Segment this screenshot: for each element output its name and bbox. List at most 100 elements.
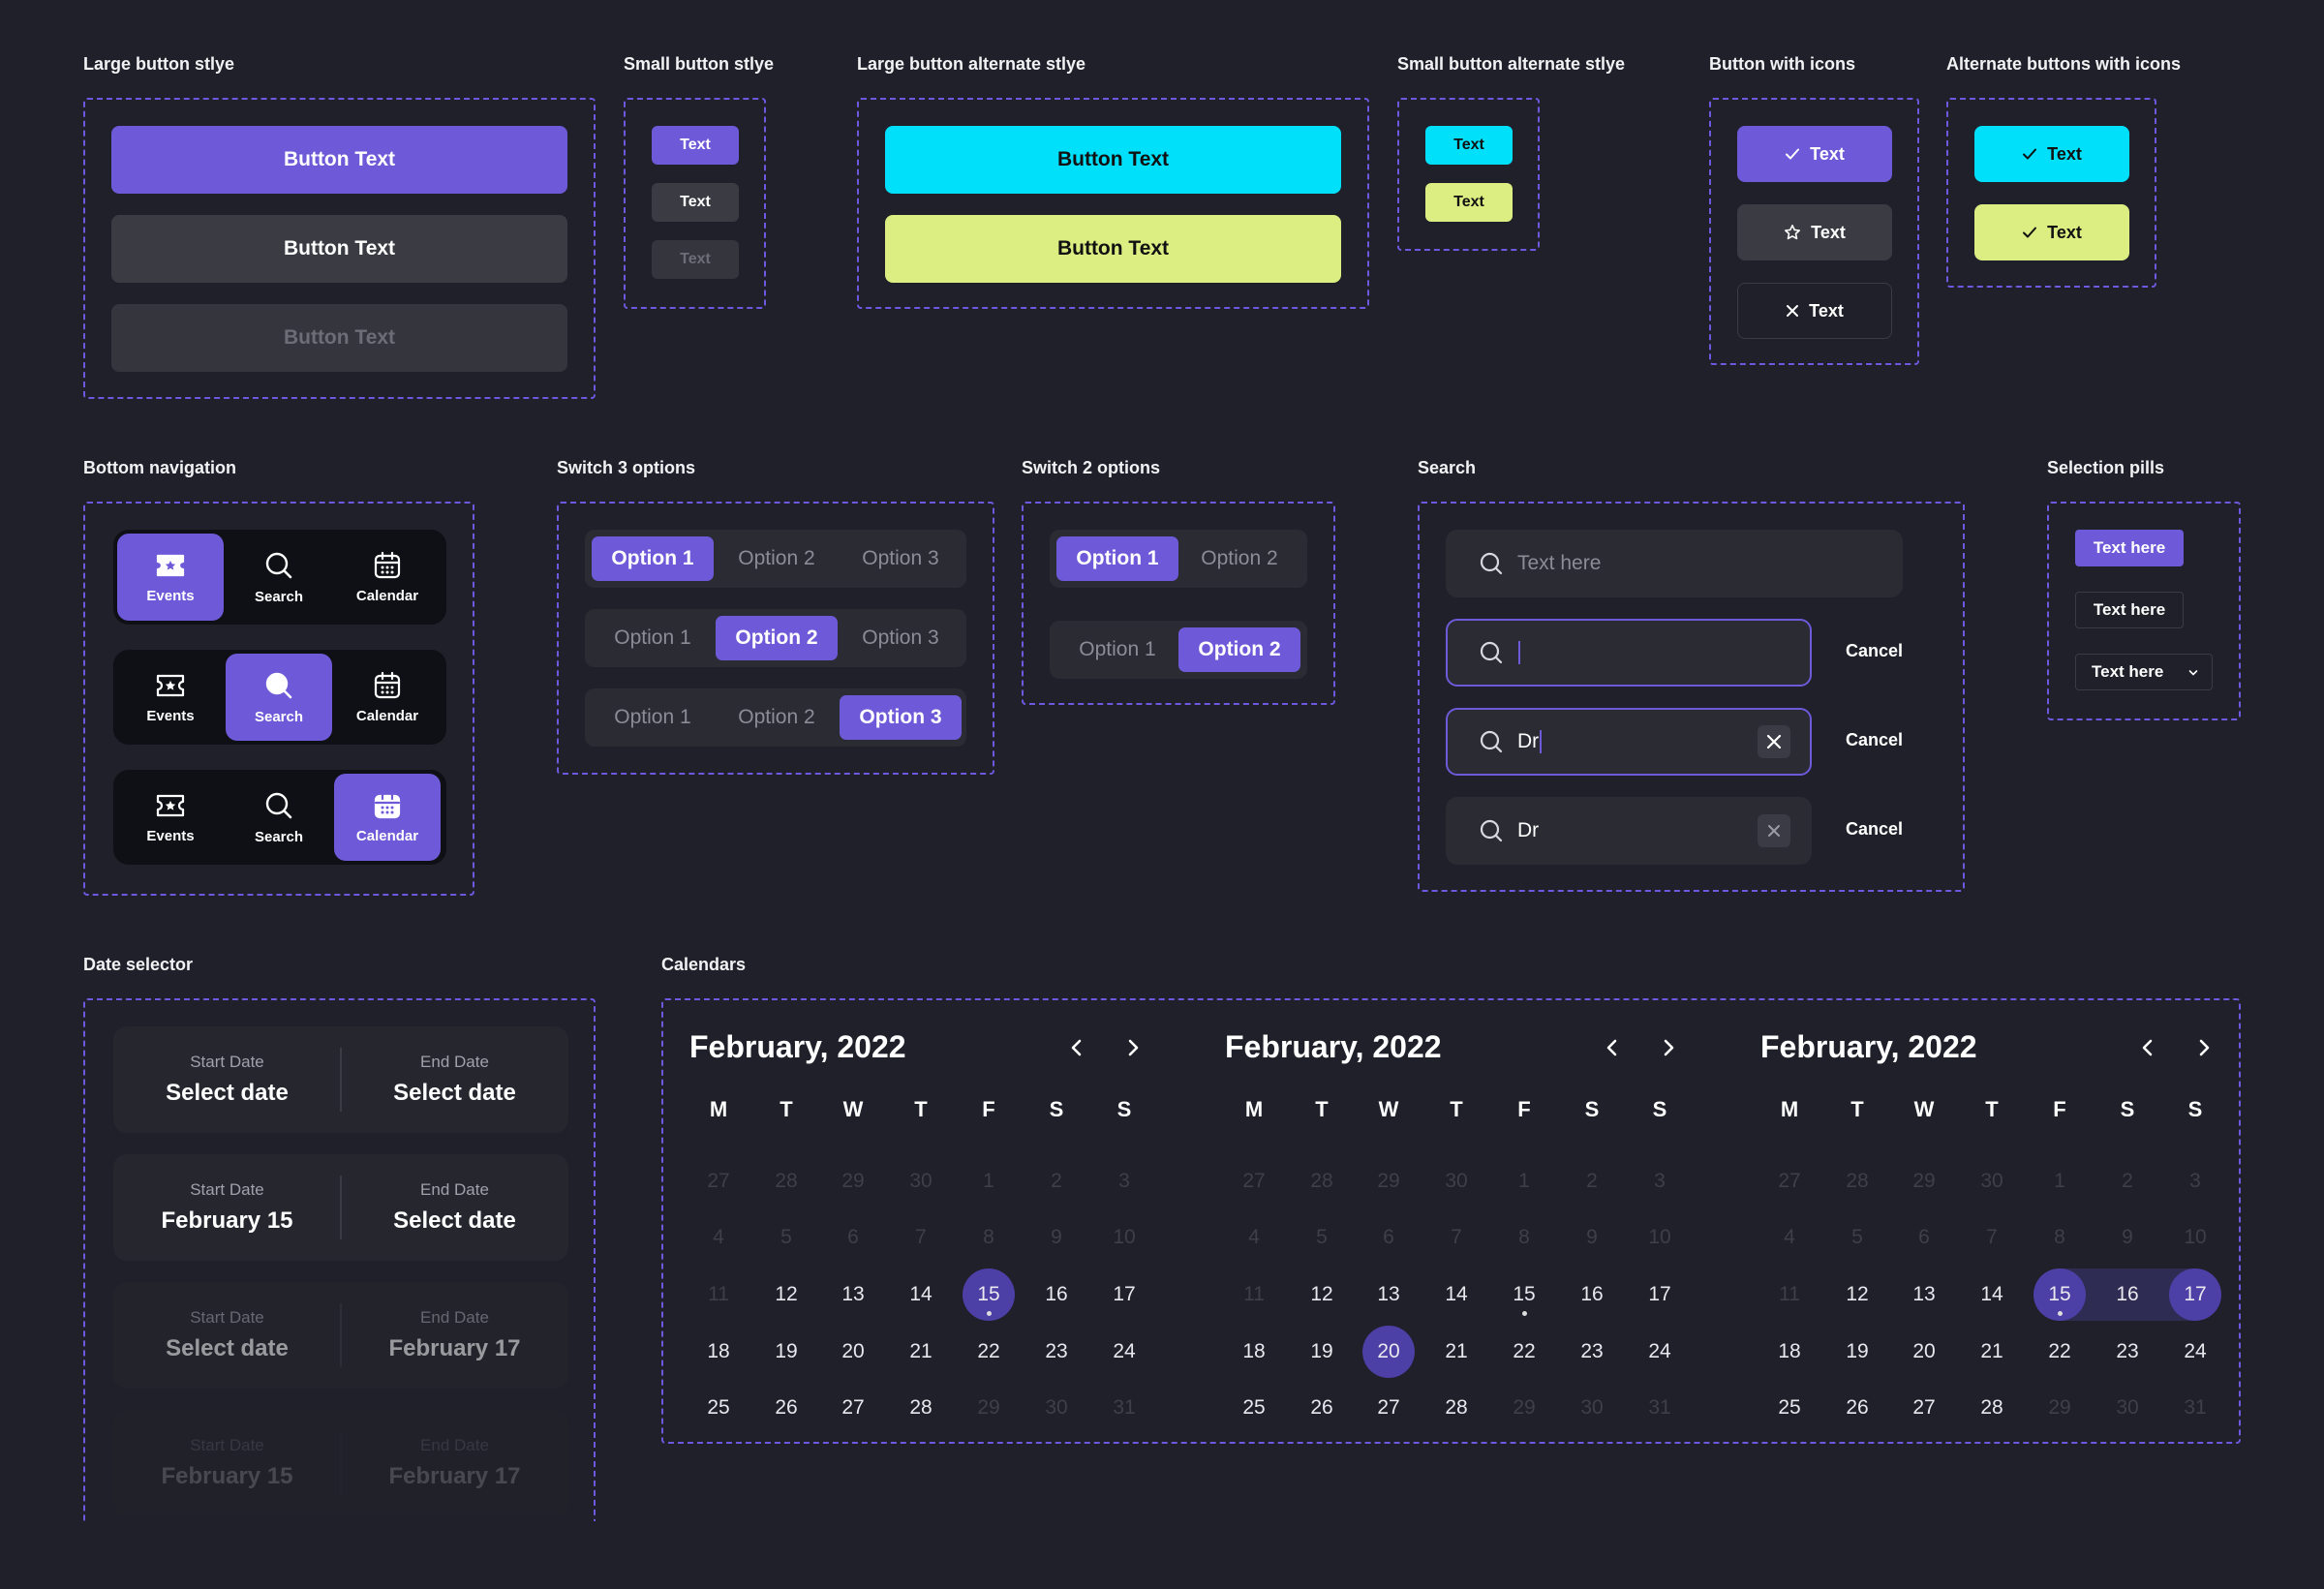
calendar-day[interactable]: 21 (1963, 1326, 2021, 1378)
calendar-day[interactable]: 23 (1027, 1326, 1086, 1378)
calendar-day[interactable]: 25 (1225, 1382, 1283, 1434)
calendar-day[interactable]: 24 (2166, 1326, 2224, 1378)
calendar-day[interactable]: 13 (1360, 1268, 1418, 1321)
icon-button-close[interactable]: Text (1737, 283, 1892, 339)
switch-option-2[interactable]: Option 2 (1178, 627, 1300, 672)
pill-unselected[interactable]: Text here (2075, 592, 2184, 628)
search-input-typing[interactable]: Dr (1446, 708, 1812, 776)
calendar-day[interactable]: 28 (1427, 1382, 1485, 1434)
icon-button-check[interactable]: Text (1737, 126, 1892, 182)
calendar-day[interactable]: 28 (892, 1382, 950, 1434)
calendar-day[interactable]: 14 (892, 1268, 950, 1321)
calendar-day[interactable]: 16 (1027, 1268, 1086, 1321)
calendar-day[interactable]: 21 (1427, 1326, 1485, 1378)
calendar-day[interactable]: 27 (1360, 1382, 1418, 1434)
calendar-day[interactable]: 15 (2031, 1268, 2089, 1321)
calendar-day[interactable]: 27 (1895, 1382, 1953, 1434)
calendar-day[interactable]: 23 (1563, 1326, 1621, 1378)
next-month-button[interactable] (1118, 1033, 1147, 1062)
switch-option-3[interactable]: Option 3 (840, 695, 962, 740)
next-month-button[interactable] (2189, 1033, 2218, 1062)
prev-month-button[interactable] (1598, 1033, 1627, 1062)
calendar-day[interactable]: 26 (1828, 1382, 1886, 1434)
calendar-day[interactable]: 16 (2098, 1268, 2156, 1321)
calendar-day[interactable]: 14 (1427, 1268, 1485, 1321)
clear-search-button[interactable] (1758, 725, 1790, 758)
calendar-day[interactable]: 21 (892, 1326, 950, 1378)
calendar-day[interactable]: 12 (757, 1268, 815, 1321)
calendar-day[interactable]: 13 (1895, 1268, 1953, 1321)
calendar-day[interactable]: 26 (1293, 1382, 1351, 1434)
switch-option-1[interactable]: Option 1 (1056, 627, 1178, 672)
switch-option-3[interactable]: Option 3 (840, 616, 962, 660)
calendar-day[interactable]: 15 (1495, 1268, 1553, 1321)
calendar-day[interactable]: 24 (1095, 1326, 1153, 1378)
calendar-day[interactable]: 25 (689, 1382, 748, 1434)
end-date-field[interactable]: End Date February 17 (341, 1282, 568, 1389)
pill-selected[interactable]: Text here (2075, 530, 2184, 566)
calendar-day[interactable]: 18 (689, 1326, 748, 1378)
calendar-day[interactable]: 22 (2031, 1326, 2089, 1378)
nav-item-events[interactable]: Events (117, 534, 224, 621)
switch-option-2[interactable]: Option 2 (1178, 536, 1300, 581)
calendar-day[interactable]: 20 (824, 1326, 882, 1378)
calendar-day[interactable]: 18 (1225, 1326, 1283, 1378)
nav-item-events[interactable]: Events (117, 774, 224, 861)
search-input-focused[interactable] (1446, 619, 1812, 687)
alt-icon-button-cyan[interactable]: Text (1974, 126, 2129, 182)
pill-dropdown[interactable]: Text here (2075, 654, 2213, 690)
calendar-day[interactable]: 17 (2166, 1268, 2224, 1321)
switch-option-2[interactable]: Option 2 (716, 536, 838, 581)
calendar-day[interactable]: 12 (1293, 1268, 1351, 1321)
switch-option-2[interactable]: Option 2 (716, 695, 838, 740)
large-secondary-button[interactable]: Button Text (111, 215, 567, 283)
switch-option-1[interactable]: Option 1 (592, 695, 714, 740)
nav-item-search[interactable]: Search (226, 774, 332, 861)
calendar-day[interactable]: 22 (960, 1326, 1018, 1378)
calendar-day[interactable]: 24 (1631, 1326, 1689, 1378)
switch-option-3[interactable]: Option 3 (840, 536, 962, 581)
calendar-day[interactable]: 17 (1631, 1268, 1689, 1321)
calendar-day[interactable]: 27 (824, 1382, 882, 1434)
cancel-button[interactable]: Cancel (1846, 730, 1903, 750)
small-lime-button[interactable]: Text (1425, 183, 1513, 222)
calendar-day[interactable]: 18 (1760, 1326, 1819, 1378)
calendar-day[interactable]: 15 (960, 1268, 1018, 1321)
nav-item-calendar[interactable]: Calendar (334, 534, 441, 621)
switch-option-1[interactable]: Option 1 (1056, 536, 1178, 581)
clear-search-button[interactable] (1758, 814, 1790, 847)
small-primary-button[interactable]: Text (652, 126, 739, 165)
calendar-day[interactable]: 20 (1360, 1326, 1418, 1378)
calendar-day[interactable]: 20 (1895, 1326, 1953, 1378)
small-cyan-button[interactable]: Text (1425, 126, 1513, 165)
large-primary-button[interactable]: Button Text (111, 126, 567, 194)
start-date-field[interactable]: Start Date February 15 (113, 1154, 341, 1261)
calendar-day[interactable]: 19 (1293, 1326, 1351, 1378)
calendar-day[interactable]: 13 (824, 1268, 882, 1321)
alt-icon-button-lime[interactable]: Text (1974, 204, 2129, 260)
icon-button-star[interactable]: Text (1737, 204, 1892, 260)
nav-item-calendar[interactable]: Calendar (334, 654, 441, 741)
large-cyan-button[interactable]: Button Text (885, 126, 1341, 194)
calendar-day[interactable]: 22 (1495, 1326, 1553, 1378)
end-date-field[interactable]: End Date February 17 (341, 1410, 568, 1516)
switch-option-2[interactable]: Option 2 (716, 616, 838, 660)
large-lime-button[interactable]: Button Text (885, 215, 1341, 283)
calendar-day[interactable]: 25 (1760, 1382, 1819, 1434)
calendar-day[interactable]: 16 (1563, 1268, 1621, 1321)
calendar-day[interactable]: 14 (1963, 1268, 2021, 1321)
end-date-field[interactable]: End Date Select date (341, 1154, 568, 1261)
prev-month-button[interactable] (2133, 1033, 2162, 1062)
end-date-field[interactable]: End Date Select date (341, 1026, 568, 1133)
start-date-field[interactable]: Start Date February 15 (113, 1410, 341, 1516)
nav-item-search[interactable]: Search (226, 534, 332, 621)
next-month-button[interactable] (1654, 1033, 1683, 1062)
switch-option-1[interactable]: Option 1 (592, 536, 714, 581)
switch-option-1[interactable]: Option 1 (592, 616, 714, 660)
calendar-day[interactable]: 12 (1828, 1268, 1886, 1321)
start-date-field[interactable]: Start Date Select date (113, 1026, 341, 1133)
calendar-day[interactable]: 17 (1095, 1268, 1153, 1321)
calendar-day[interactable]: 26 (757, 1382, 815, 1434)
start-date-field[interactable]: Start Date Select date (113, 1282, 341, 1389)
cancel-button[interactable]: Cancel (1846, 819, 1903, 840)
